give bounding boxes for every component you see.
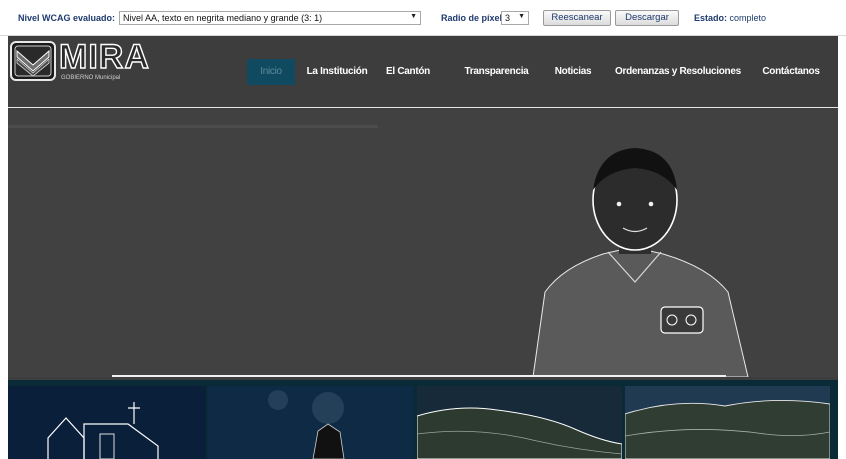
site-logo-text[interactable]: MIRA (58, 38, 150, 75)
nav-item-institucion[interactable]: La Institución (306, 59, 368, 85)
municipal-emblem-icon[interactable] (10, 41, 56, 81)
wcag-level-label: Nivel WCAG evaluado: (18, 13, 116, 23)
pixel-radius-label: Radio de píxel: (441, 13, 506, 23)
pixel-radius-select[interactable]: 3 ▼ (501, 11, 529, 25)
site-header: MIRA GOBIERNO Municipal Inicio La Instit… (8, 36, 838, 108)
wcag-level-select[interactable]: Nivel AA, texto en negrita mediano y gra… (119, 11, 421, 25)
nav-item-transparencia[interactable]: Transparencia (463, 59, 530, 85)
download-button[interactable]: Descargar (615, 10, 679, 26)
wcag-level-value: Nivel AA, texto en negrita mediano y gra… (123, 13, 323, 23)
church-thumbnail[interactable] (8, 386, 206, 459)
website-preview: MIRA GOBIERNO Municipal Inicio La Instit… (8, 36, 838, 459)
contrast-checker-toolbar: Nivel WCAG evaluado: Nivel AA, texto en … (0, 0, 846, 36)
valley-thumbnail[interactable] (625, 386, 830, 459)
festival-thumbnail[interactable] (208, 386, 413, 459)
status-value: completo (729, 13, 767, 23)
chevron-down-icon: ▼ (410, 13, 417, 20)
site-logo-subtitle: GOBIERNO Municipal (61, 75, 121, 81)
hero-caption-bar (8, 125, 378, 128)
status-label: Estado: completo (694, 13, 766, 23)
hero-slider[interactable] (8, 109, 838, 377)
nav-item-inicio[interactable]: Inicio (247, 59, 295, 85)
image-gallery (8, 380, 838, 459)
mayor-portrait-image (532, 148, 749, 377)
nav-item-contactanos[interactable]: Contáctanos (761, 59, 821, 85)
nav-item-canton[interactable]: El Cantón (380, 59, 436, 85)
mountains-thumbnail[interactable] (417, 386, 622, 459)
chevron-down-icon: ▼ (518, 13, 525, 20)
rescan-button[interactable]: Reescanear (543, 10, 611, 26)
hero-bottom-rule (112, 375, 726, 377)
nav-item-noticias[interactable]: Noticias (553, 59, 593, 85)
nav-item-ordenanzas[interactable]: Ordenanzas y Resoluciones (615, 59, 741, 85)
header-divider (8, 107, 838, 108)
pixel-radius-value: 3 (505, 13, 511, 23)
status-label-text: Estado: (694, 13, 728, 23)
